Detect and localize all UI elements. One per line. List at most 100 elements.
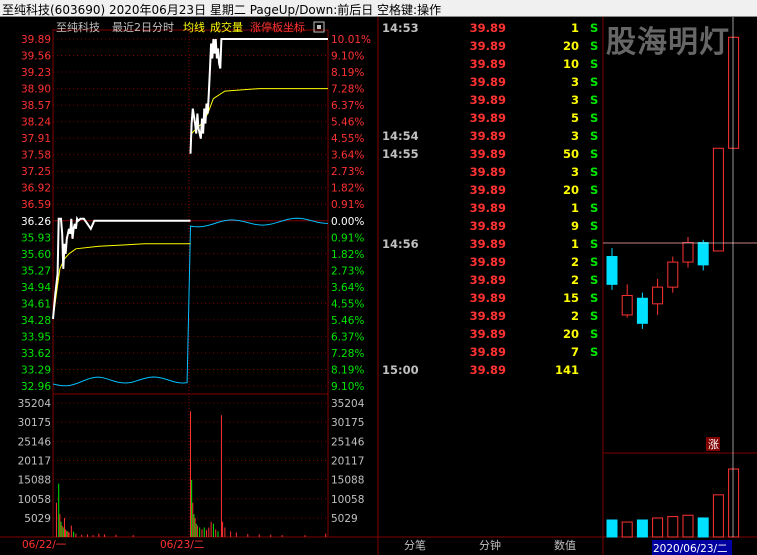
trade-price: 39.89 bbox=[470, 21, 506, 35]
candle-body bbox=[652, 286, 664, 305]
pct-tick-label: 1.82% bbox=[331, 249, 364, 261]
trade-flag: S bbox=[590, 129, 598, 143]
trade-volume: 7 bbox=[571, 345, 579, 359]
tab-ticks[interactable]: 分笔 bbox=[385, 538, 445, 554]
candle-body bbox=[621, 294, 633, 316]
trade-price: 39.89 bbox=[470, 345, 506, 359]
trade-flag: S bbox=[590, 219, 598, 233]
trade-flag: S bbox=[590, 39, 598, 53]
trade-flag: S bbox=[590, 255, 598, 269]
price-tick-label: 33.95 bbox=[21, 331, 51, 343]
trade-price: 39.89 bbox=[470, 57, 506, 71]
mini-volume-bar bbox=[636, 519, 648, 538]
price-tick-label: 35.60 bbox=[21, 249, 51, 261]
price-tick-label: 34.94 bbox=[21, 282, 51, 294]
volume-tick-label-right: 20117 bbox=[331, 456, 364, 468]
volume-tick-label-right: 5029 bbox=[331, 513, 358, 525]
price-tick-label: 36.26 bbox=[21, 216, 51, 228]
trade-volume: 20 bbox=[563, 327, 579, 341]
pct-tick-label: 5.46% bbox=[331, 315, 364, 327]
trade-time: 14:56 bbox=[382, 237, 419, 251]
trade-volume: 3 bbox=[571, 93, 579, 107]
tab-minutes[interactable]: 分钟 bbox=[460, 538, 520, 554]
trade-volume: 2 bbox=[571, 255, 579, 269]
volume-axis-right: 35204 30175 25146 20117 15088 10058 5029 bbox=[331, 398, 365, 525]
trade-flag: S bbox=[590, 273, 598, 287]
trade-flag: S bbox=[590, 291, 598, 305]
trade-volume: 141 bbox=[555, 363, 579, 377]
pct-tick-label: 2.73% bbox=[331, 166, 364, 178]
volume-tick-label: 5029 bbox=[24, 513, 51, 525]
price-tick-label: 35.93 bbox=[21, 232, 51, 244]
price-tick-label: 33.62 bbox=[21, 348, 51, 360]
candle-body bbox=[712, 147, 724, 252]
pct-tick-label: 6.37% bbox=[331, 100, 364, 112]
price-tick-label: 37.58 bbox=[21, 150, 51, 162]
price-tick-label: 38.57 bbox=[21, 100, 51, 112]
trade-flag: S bbox=[590, 21, 598, 35]
mini-volume-bar bbox=[697, 517, 709, 538]
mini-volume-bar bbox=[667, 516, 679, 538]
pct-tick-label: 8.19% bbox=[331, 67, 364, 79]
volume-tick-label: 10058 bbox=[18, 494, 51, 506]
trade-flag: S bbox=[590, 147, 598, 161]
limit-label[interactable]: 涨停板坐标 bbox=[250, 20, 305, 34]
trade-volume: 1 bbox=[571, 21, 579, 35]
chart-frame bbox=[0, 17, 757, 555]
main-canvas: 至纯科技 最近2日分时 均线 成交量 涨停板坐标 39.89 39.56 39.23… bbox=[0, 17, 757, 555]
volume-tick-label: 35204 bbox=[18, 398, 52, 410]
window-toggle-icon-inner bbox=[317, 25, 321, 29]
trade-price: 39.89 bbox=[470, 255, 506, 269]
x-label-day1: 06/22/一 bbox=[22, 539, 67, 551]
trade-flag: S bbox=[590, 237, 598, 251]
pct-tick-label: 9.10% bbox=[331, 381, 364, 393]
trade-price: 39.89 bbox=[470, 93, 506, 107]
price-tick-label: 36.59 bbox=[21, 199, 51, 211]
pct-tick-label: 10.01% bbox=[331, 34, 371, 46]
trade-flag: S bbox=[590, 75, 598, 89]
price-tick-label: 37.91 bbox=[21, 133, 51, 145]
candle-body bbox=[697, 242, 709, 266]
avg-label: 均线 bbox=[183, 20, 205, 34]
trade-volume: 10 bbox=[563, 57, 579, 71]
tab-values[interactable]: 数值 bbox=[535, 538, 595, 554]
trade-flag: S bbox=[590, 165, 598, 179]
price-line-day2 bbox=[189, 38, 328, 154]
mini-kline bbox=[606, 36, 740, 538]
pct-tick-label: 5.46% bbox=[331, 117, 364, 129]
price-tick-label: 37.25 bbox=[21, 166, 51, 178]
candle-body bbox=[728, 36, 740, 149]
price-tick-label: 32.96 bbox=[21, 381, 51, 393]
trade-time: 14:54 bbox=[382, 129, 419, 143]
price-tick-label: 39.89 bbox=[21, 34, 51, 46]
trade-price: 39.89 bbox=[470, 219, 506, 233]
period-label: 最近2日分时 bbox=[112, 21, 174, 34]
volume-tick-label-right: 10058 bbox=[331, 494, 364, 506]
trade-time: 14:53 bbox=[382, 21, 419, 35]
trade-volume: 2 bbox=[571, 309, 579, 323]
pct-tick-label: 3.64% bbox=[331, 150, 364, 162]
price-tick-label: 39.23 bbox=[21, 67, 51, 79]
pct-tick-label: 0.91% bbox=[331, 232, 364, 244]
trade-flag: S bbox=[590, 183, 598, 197]
price-tick-label: 34.61 bbox=[21, 298, 51, 310]
tick-list: 14:53 39.89 1 S39.89 20 S39.89 10 S39.89 3 S39.89… bbox=[382, 21, 598, 377]
stock-name: 至纯科技 bbox=[56, 20, 100, 34]
volume-tick-label-right: 35204 bbox=[331, 398, 365, 410]
volume-tick-label: 15088 bbox=[18, 475, 51, 487]
trade-volume: 3 bbox=[571, 129, 579, 143]
trade-volume: 9 bbox=[571, 219, 579, 233]
volume-tick-label: 20117 bbox=[18, 456, 51, 468]
price-tick-label: 38.24 bbox=[21, 117, 51, 129]
trade-flag: S bbox=[590, 309, 598, 323]
price-tick-label: 39.56 bbox=[21, 51, 51, 63]
trade-price: 39.89 bbox=[470, 237, 506, 251]
trade-volume: 5 bbox=[571, 111, 579, 125]
candle-body bbox=[667, 261, 679, 288]
volume-label: 成交量 bbox=[210, 20, 243, 34]
avg-line-day2 bbox=[191, 88, 328, 134]
trade-volume: 20 bbox=[563, 39, 579, 53]
mini-volume-bar bbox=[728, 468, 740, 538]
avg-line-day1 bbox=[52, 243, 191, 319]
candle-body bbox=[636, 297, 648, 324]
